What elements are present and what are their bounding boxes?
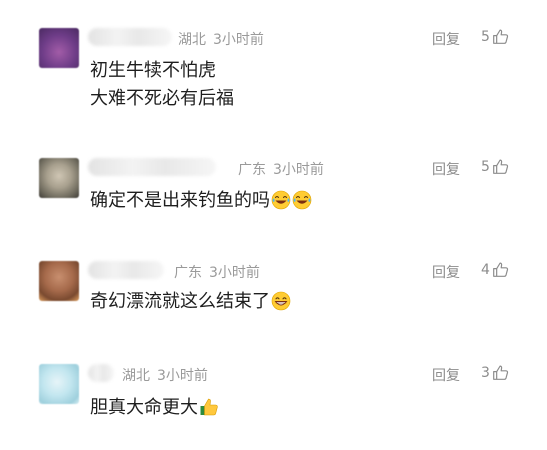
comment-text: 胆真大命更大 [90, 397, 198, 418]
username-blurred[interactable] [88, 261, 164, 279]
timestamp: 3小时前 [209, 265, 260, 281]
laugh-cry-emoji-icon [271, 190, 291, 210]
like-count: 3 [481, 364, 490, 381]
comment-text: 确定不是出来钓鱼的吗 [90, 190, 270, 211]
timestamp: 3小时前 [213, 32, 264, 48]
grin-emoji-icon [271, 291, 291, 311]
like-count: 5 [481, 158, 490, 175]
username-blurred[interactable] [88, 28, 172, 46]
comment-text-line: 确定不是出来钓鱼的吗 [90, 190, 312, 212]
comment-meta: 湖北 3小时前 [178, 29, 264, 49]
reply-button[interactable]: 回复 [432, 159, 460, 179]
comment-text-line: 大难不死必有后福 [90, 88, 234, 109]
like-count: 5 [481, 28, 490, 45]
reply-button[interactable]: 回复 [432, 262, 460, 282]
laugh-cry-emoji-icon [292, 190, 312, 210]
comment-text-line: 初生牛犊不怕虎 [90, 60, 216, 81]
avatar[interactable] [39, 28, 79, 68]
comment-meta: 广东 3小时前 [238, 159, 324, 179]
comment-text-line: 胆真大命更大 [90, 397, 219, 419]
comment-text-line: 奇幻漂流就这么结束了 [90, 291, 291, 313]
username-blurred[interactable] [88, 364, 114, 382]
thumbs-up-icon [493, 262, 509, 277]
reply-button[interactable]: 回复 [432, 29, 460, 49]
location-label: 湖北 [122, 368, 150, 384]
avatar[interactable] [39, 261, 79, 301]
location-label: 广东 [174, 265, 202, 281]
thumbs-up-icon [493, 159, 509, 174]
thumbs-up-emoji-icon [200, 398, 218, 416]
like-button[interactable]: 3 [481, 364, 509, 381]
thumbs-up-icon [493, 365, 509, 380]
like-button[interactable]: 4 [481, 261, 509, 278]
avatar[interactable] [39, 158, 79, 198]
avatar[interactable] [39, 364, 79, 404]
reply-button[interactable]: 回复 [432, 365, 460, 385]
timestamp: 3小时前 [273, 162, 324, 178]
comment-meta: 湖北 3小时前 [122, 365, 208, 385]
like-button[interactable]: 5 [481, 158, 509, 175]
thumbs-up-icon [493, 29, 509, 44]
timestamp: 3小时前 [157, 368, 208, 384]
comment-text: 奇幻漂流就这么结束了 [90, 291, 270, 312]
username-blurred[interactable] [88, 158, 216, 176]
location-label: 湖北 [178, 32, 206, 48]
like-count: 4 [481, 261, 490, 278]
like-button[interactable]: 5 [481, 28, 509, 45]
comment-meta: 广东 3小时前 [174, 262, 260, 282]
location-label: 广东 [238, 162, 266, 178]
